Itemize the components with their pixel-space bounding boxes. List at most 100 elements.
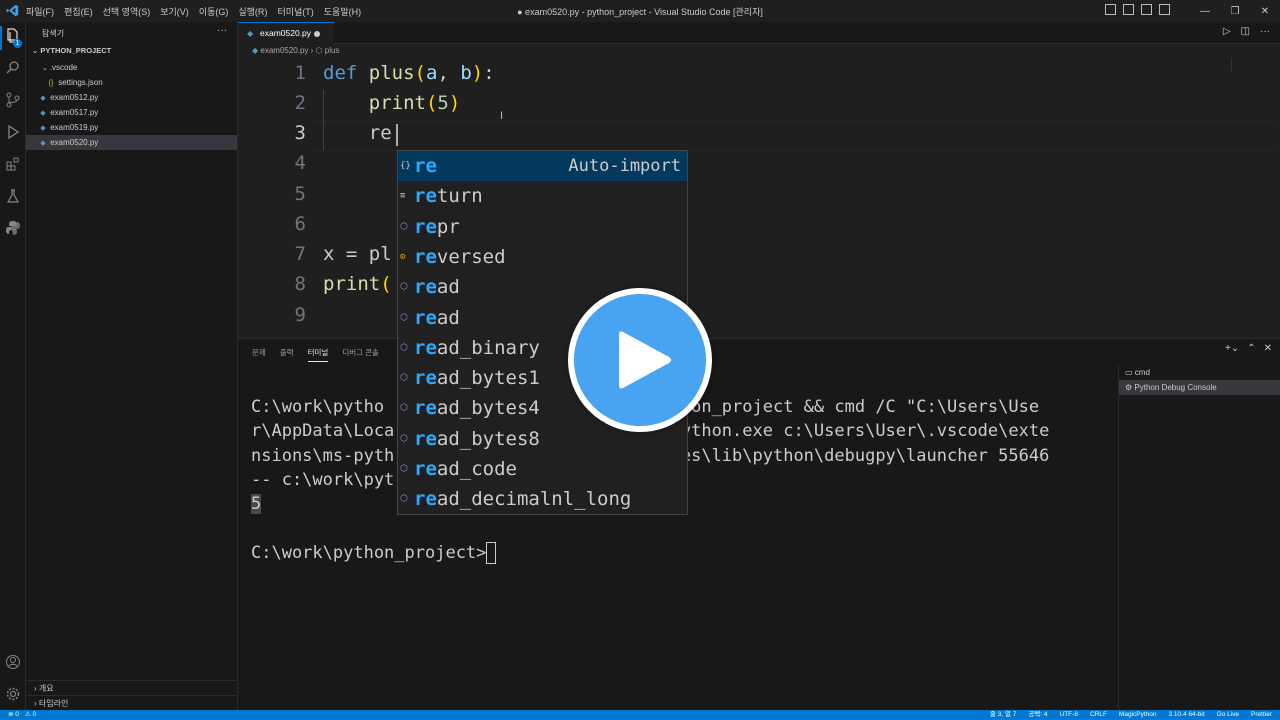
status-golive[interactable]: Go Live (1217, 710, 1239, 720)
menu-go[interactable]: 이동(G) (199, 5, 229, 18)
panel-actions: +⌄ ⌃ ✕ (1225, 343, 1272, 354)
line-number: 9 (294, 304, 306, 326)
tree-item-settings-json[interactable]: {} settings.json (26, 75, 237, 90)
tree-item-exam0512[interactable]: ◆ exam0512.py (26, 90, 237, 105)
menu-help[interactable]: 도움말(H) (324, 5, 361, 18)
suggestion-item[interactable]: ⬡ read_decimalnl_long (398, 484, 687, 514)
tree-item-label: exam0520.py (50, 138, 99, 147)
tab-output[interactable]: 출력 (280, 347, 294, 362)
tab-debug-console[interactable]: 디버그 콘솔 (342, 347, 379, 362)
project-folder[interactable]: ⌄ PYTHON_PROJECT (32, 46, 111, 55)
suggestion-item[interactable]: {} re Auto-import (398, 151, 687, 182)
python-file-icon: ◆ (40, 125, 46, 132)
close-panel-icon[interactable]: ✕ (1264, 343, 1272, 354)
new-terminal-icon[interactable]: +⌄ (1225, 343, 1239, 354)
toggle-secondary-sidebar-icon[interactable] (1141, 4, 1152, 15)
split-editor-icon[interactable]: ◫ (1241, 26, 1250, 37)
breadcrumb-symbol[interactable]: plus (325, 46, 340, 55)
explorer-header: 탐색기 (42, 29, 65, 38)
status-bar: ⊗ 0 ⚠ 0 줄 3, 열 7 공백: 4 UTF-8 CRLF MagicP… (0, 710, 1280, 720)
menu-edit[interactable]: 편집(E) (64, 5, 93, 18)
tree-item-exam0519[interactable]: ◆ exam0519.py (26, 120, 237, 135)
play-icon (619, 331, 671, 389)
status-warnings[interactable]: ⚠ 0 (25, 710, 36, 720)
panel-tabs: 문제 출력 터미널 디버그 콘솔 (252, 347, 379, 362)
extensions-icon[interactable] (5, 156, 21, 172)
video-play-button[interactable] (568, 288, 712, 432)
terminal-item-debug[interactable]: ⚙ Python Debug Console (1119, 380, 1280, 395)
mouse-ibeam-icon: I (500, 110, 504, 122)
status-prettier[interactable]: Prettier (1251, 710, 1272, 720)
status-right: 줄 3, 열 7 공백: 4 UTF-8 CRLF MagicPython 3.… (990, 710, 1272, 720)
settings-gear-icon[interactable] (5, 686, 21, 702)
suggestion-item[interactable]: ≡ return (398, 181, 687, 211)
chevron-up-icon[interactable]: ⌃ (1247, 343, 1255, 354)
active-indicator (0, 26, 2, 50)
minimap[interactable] (1231, 58, 1243, 72)
status-eol[interactable]: CRLF (1090, 710, 1107, 720)
title-bar: 파일(F) 편집(E) 선택 영역(S) 보기(V) 이동(G) 실행(R) 터… (0, 0, 1280, 22)
current-line-highlight (310, 121, 1275, 151)
status-interpreter[interactable]: 3.10.4 64-bit (1169, 710, 1205, 720)
tab-problems[interactable]: 문제 (252, 347, 266, 362)
suggestion-item[interactable]: ⬡ read_code (398, 454, 687, 484)
python-file-icon: ◆ (247, 29, 254, 38)
menu-selection[interactable]: 선택 영역(S) (103, 5, 151, 18)
unsaved-dot-icon[interactable] (314, 31, 320, 37)
terminal-item-cmd[interactable]: ▭ cmd (1119, 365, 1280, 380)
more-actions-icon[interactable]: ··· (1260, 26, 1270, 37)
status-left: ⊗ 0 ⚠ 0 (8, 710, 36, 720)
outline-section[interactable]: › 개요 (26, 680, 237, 695)
tab-terminal[interactable]: 터미널 (307, 347, 329, 362)
json-file-icon: {} (48, 80, 54, 87)
status-encoding[interactable]: UTF-8 (1060, 710, 1078, 720)
tree-item-exam0517[interactable]: ◆ exam0517.py (26, 105, 237, 120)
window-controls: — ❐ ✕ (1190, 0, 1280, 22)
tab-exam0520[interactable]: ◆ exam0520.py (238, 22, 334, 44)
menu-bar: 파일(F) 편집(E) 선택 영역(S) 보기(V) 이동(G) 실행(R) 터… (26, 5, 361, 18)
toggle-sidebar-icon[interactable] (1105, 4, 1116, 15)
tree-item-exam0520[interactable]: ◆ exam0520.py (26, 135, 237, 150)
menu-run[interactable]: 실행(R) (238, 5, 267, 18)
run-file-icon[interactable]: ▷ (1223, 26, 1231, 37)
suggestion-item[interactable]: ⬡ repr (398, 212, 687, 242)
menu-view[interactable]: 보기(V) (160, 5, 189, 18)
search-icon[interactable] (5, 60, 21, 76)
explorer-sidebar: 탐색기 ··· ⌄ PYTHON_PROJECT ⌄ .vscode {} se… (26, 22, 238, 710)
python-file-icon: ◆ (40, 95, 46, 102)
status-language[interactable]: MagicPython (1119, 710, 1157, 720)
tree-item-label: settings.json (58, 78, 103, 87)
customize-layout-icon[interactable] (1159, 4, 1170, 15)
run-debug-icon[interactable] (5, 124, 21, 140)
minimize-icon[interactable]: — (1190, 6, 1220, 17)
line-number: 6 (294, 213, 306, 235)
function-symbol-icon: ⬡ (315, 46, 325, 55)
line-number: 5 (294, 183, 306, 205)
source-control-icon[interactable] (5, 92, 21, 108)
code-editor[interactable]: 1 2 3 4 5 6 7 8 9 def plus(a, b): print(… (238, 58, 1280, 338)
python-icon[interactable] (5, 220, 21, 236)
restore-icon[interactable]: ❐ (1220, 6, 1250, 17)
python-file-icon: ◆ (40, 140, 46, 147)
line-number: 2 (294, 92, 306, 114)
code-line-2: print(5) (368, 92, 461, 114)
explorer-badge: 1 (13, 39, 22, 48)
status-position[interactable]: 줄 3, 열 7 (990, 710, 1016, 720)
toggle-panel-icon[interactable] (1123, 4, 1134, 15)
breadcrumb-file[interactable]: exam0520.py (260, 46, 308, 55)
menu-terminal[interactable]: 터미널(T) (277, 5, 313, 18)
editor-tabs: ◆ exam0520.py ▷ ◫ ··· (238, 22, 1280, 44)
timeline-section[interactable]: › 타임라인 (26, 695, 237, 710)
testing-icon[interactable] (5, 188, 21, 204)
terminal-icon: ▭ (1125, 368, 1135, 377)
status-indent[interactable]: 공백: 4 (1028, 710, 1047, 720)
python-file-icon: ◆ (40, 110, 46, 117)
account-icon[interactable] (5, 654, 21, 670)
line-number: 3 (294, 122, 306, 144)
close-window-icon[interactable]: ✕ (1250, 6, 1280, 17)
more-actions-icon[interactable]: ··· (217, 25, 227, 36)
suggestion-item[interactable]: ⚙ reversed (398, 242, 687, 272)
tree-item-vscode-folder[interactable]: ⌄ .vscode (26, 60, 237, 75)
menu-file[interactable]: 파일(F) (26, 5, 54, 18)
status-errors[interactable]: ⊗ 0 (8, 710, 19, 720)
